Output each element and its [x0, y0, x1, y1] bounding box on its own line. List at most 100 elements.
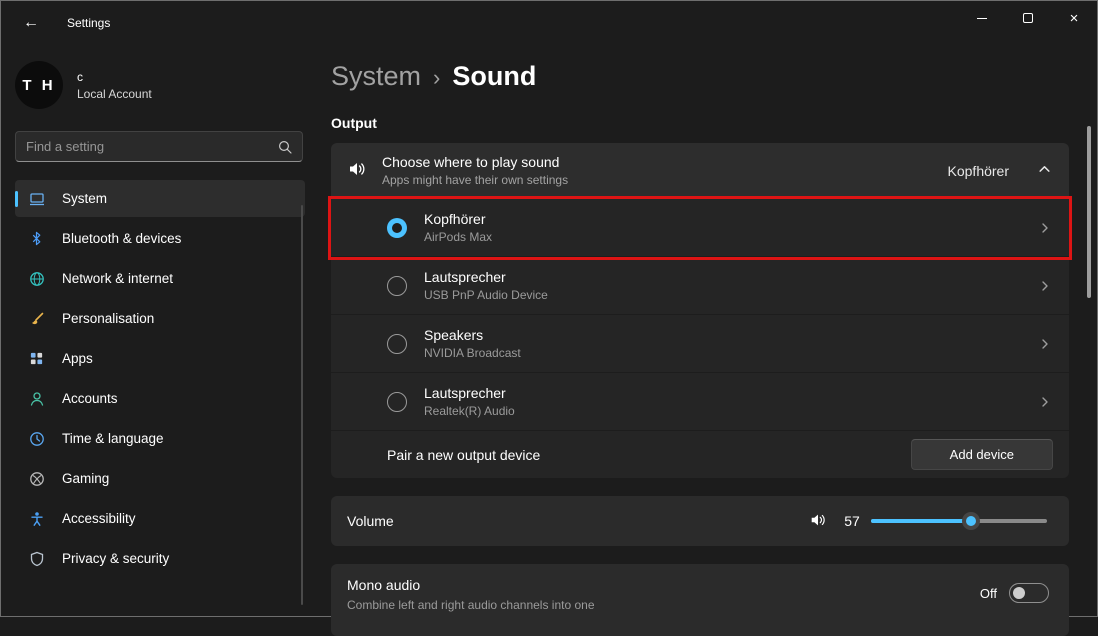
close-button[interactable]: × [1051, 1, 1097, 35]
sidebar-item-system[interactable]: System [15, 180, 305, 217]
maximize-icon [1023, 13, 1033, 23]
radio-unselected[interactable] [387, 334, 407, 354]
sidebar-item-accessibility[interactable]: Accessibility [15, 500, 305, 537]
sidebar-item-label: Accessibility [62, 511, 136, 526]
chevron-right-icon[interactable] [1039, 222, 1069, 234]
minimize-button[interactable] [959, 1, 1005, 35]
page-scrollbar[interactable] [1087, 126, 1091, 298]
device-name: Speakers [424, 327, 1039, 343]
mono-audio-state: Off [980, 586, 997, 601]
mono-audio-subtitle: Combine left and right audio channels in… [347, 598, 980, 612]
back-arrow-icon: ← [23, 14, 39, 32]
breadcrumb-separator: › [433, 65, 440, 91]
sidebar-item-label: Bluetooth & devices [62, 231, 181, 246]
output-section-label: Output [331, 115, 1069, 131]
device-description: AirPods Max [424, 230, 1039, 244]
sidebar-scrollbar[interactable] [301, 205, 303, 605]
chevron-right-icon[interactable] [1039, 396, 1069, 408]
device-description: USB PnP Audio Device [424, 288, 1039, 302]
volume-speaker-icon[interactable] [809, 511, 827, 532]
user-name: c [77, 69, 152, 86]
clock-globe-icon [28, 430, 45, 447]
device-name: Lautsprecher [424, 385, 1039, 401]
add-device-button[interactable]: Add device [911, 439, 1053, 470]
volume-slider-fill [871, 519, 971, 523]
search-box[interactable] [15, 131, 303, 162]
sidebar-item-bluetooth[interactable]: Bluetooth & devices [15, 220, 305, 257]
sidebar: T H c Local Account System Bluetooth & d… [1, 45, 317, 616]
device-description: NVIDIA Broadcast [424, 346, 1039, 360]
sidebar-item-label: Privacy & security [62, 551, 169, 566]
titlebar: ← Settings × [1, 1, 1097, 45]
volume-slider[interactable] [871, 511, 1047, 531]
pair-device-label: Pair a new output device [387, 447, 911, 463]
accessibility-person-icon [28, 510, 45, 527]
account-type: Local Account [77, 87, 152, 101]
chevron-up-icon[interactable] [1038, 163, 1051, 179]
sidebar-item-gaming[interactable]: Gaming [15, 460, 305, 497]
sidebar-item-apps[interactable]: Apps [15, 340, 305, 377]
system-icon [28, 190, 45, 207]
user-account[interactable]: T H c Local Account [15, 61, 317, 109]
maximize-button[interactable] [1005, 1, 1051, 35]
back-button[interactable]: ← [15, 8, 47, 38]
volume-slider-thumb[interactable] [962, 512, 980, 530]
toggle-knob [1013, 587, 1025, 599]
radio-unselected[interactable] [387, 276, 407, 296]
apps-grid-icon [28, 350, 45, 367]
device-row-speakers-nvidia[interactable]: Speakers NVIDIA Broadcast [331, 314, 1069, 372]
chevron-right-icon[interactable] [1039, 280, 1069, 292]
sidebar-item-label: Personalisation [62, 311, 154, 326]
mono-audio-label: Mono audio [347, 577, 980, 593]
sidebar-item-label: Time & language [62, 431, 164, 446]
pair-device-row: Pair a new output device Add device [331, 430, 1069, 478]
chevron-right-icon[interactable] [1039, 338, 1069, 350]
speaker-icon [347, 159, 367, 182]
volume-label: Volume [347, 513, 809, 529]
paintbrush-icon [28, 310, 45, 327]
xbox-icon [28, 470, 45, 487]
sidebar-item-privacy-security[interactable]: Privacy & security [15, 540, 305, 577]
device-row-lautsprecher-realtek[interactable]: Lautsprecher Realtek(R) Audio [331, 372, 1069, 430]
sidebar-item-label: Apps [62, 351, 93, 366]
sidebar-item-label: Network & internet [62, 271, 173, 286]
person-icon [28, 390, 45, 407]
window-title: Settings [67, 16, 110, 30]
sidebar-nav: System Bluetooth & devices Network & int… [1, 180, 317, 577]
device-row-lautsprecher-usb[interactable]: Lautsprecher USB PnP Audio Device [331, 256, 1069, 314]
mono-audio-toggle[interactable] [1009, 583, 1049, 603]
breadcrumb: System › Sound [331, 61, 1069, 92]
sidebar-item-network[interactable]: Network & internet [15, 260, 305, 297]
close-icon: × [1070, 11, 1079, 26]
breadcrumb-system[interactable]: System [331, 61, 421, 92]
output-device-card: Choose where to play sound Apps might ha… [331, 143, 1069, 478]
sidebar-item-label: System [62, 191, 107, 206]
choose-output-subtitle: Apps might have their own settings [382, 173, 933, 187]
avatar: T H [15, 61, 63, 109]
sidebar-item-time-language[interactable]: Time & language [15, 420, 305, 457]
device-name: Kopfhörer [424, 211, 1039, 227]
mono-audio-card: Mono audio Combine left and right audio … [331, 564, 1069, 636]
radio-selected[interactable] [387, 218, 407, 238]
shield-icon [28, 550, 45, 567]
sidebar-item-accounts[interactable]: Accounts [15, 380, 305, 417]
choose-output-title: Choose where to play sound [382, 154, 933, 170]
volume-value: 57 [835, 513, 869, 529]
sidebar-item-label: Gaming [62, 471, 109, 486]
device-name: Lautsprecher [424, 269, 1039, 285]
radio-unselected[interactable] [387, 392, 407, 412]
page-title: Sound [452, 61, 536, 92]
device-description: Realtek(R) Audio [424, 404, 1039, 418]
device-row-kopfhoerer-airpods[interactable]: Kopfhörer AirPods Max [331, 198, 1069, 256]
sidebar-item-label: Accounts [62, 391, 118, 406]
selected-output-value: Kopfhörer [948, 163, 1009, 179]
network-globe-icon [28, 270, 45, 287]
choose-output-header[interactable]: Choose where to play sound Apps might ha… [331, 143, 1069, 198]
search-input[interactable] [16, 139, 278, 154]
window-controls: × [959, 1, 1097, 35]
sidebar-item-personalisation[interactable]: Personalisation [15, 300, 305, 337]
search-icon[interactable] [278, 140, 292, 154]
main-content: System › Sound Output Choose where to pl… [331, 45, 1069, 616]
minimize-icon [977, 18, 987, 19]
volume-card: Volume 57 [331, 496, 1069, 546]
